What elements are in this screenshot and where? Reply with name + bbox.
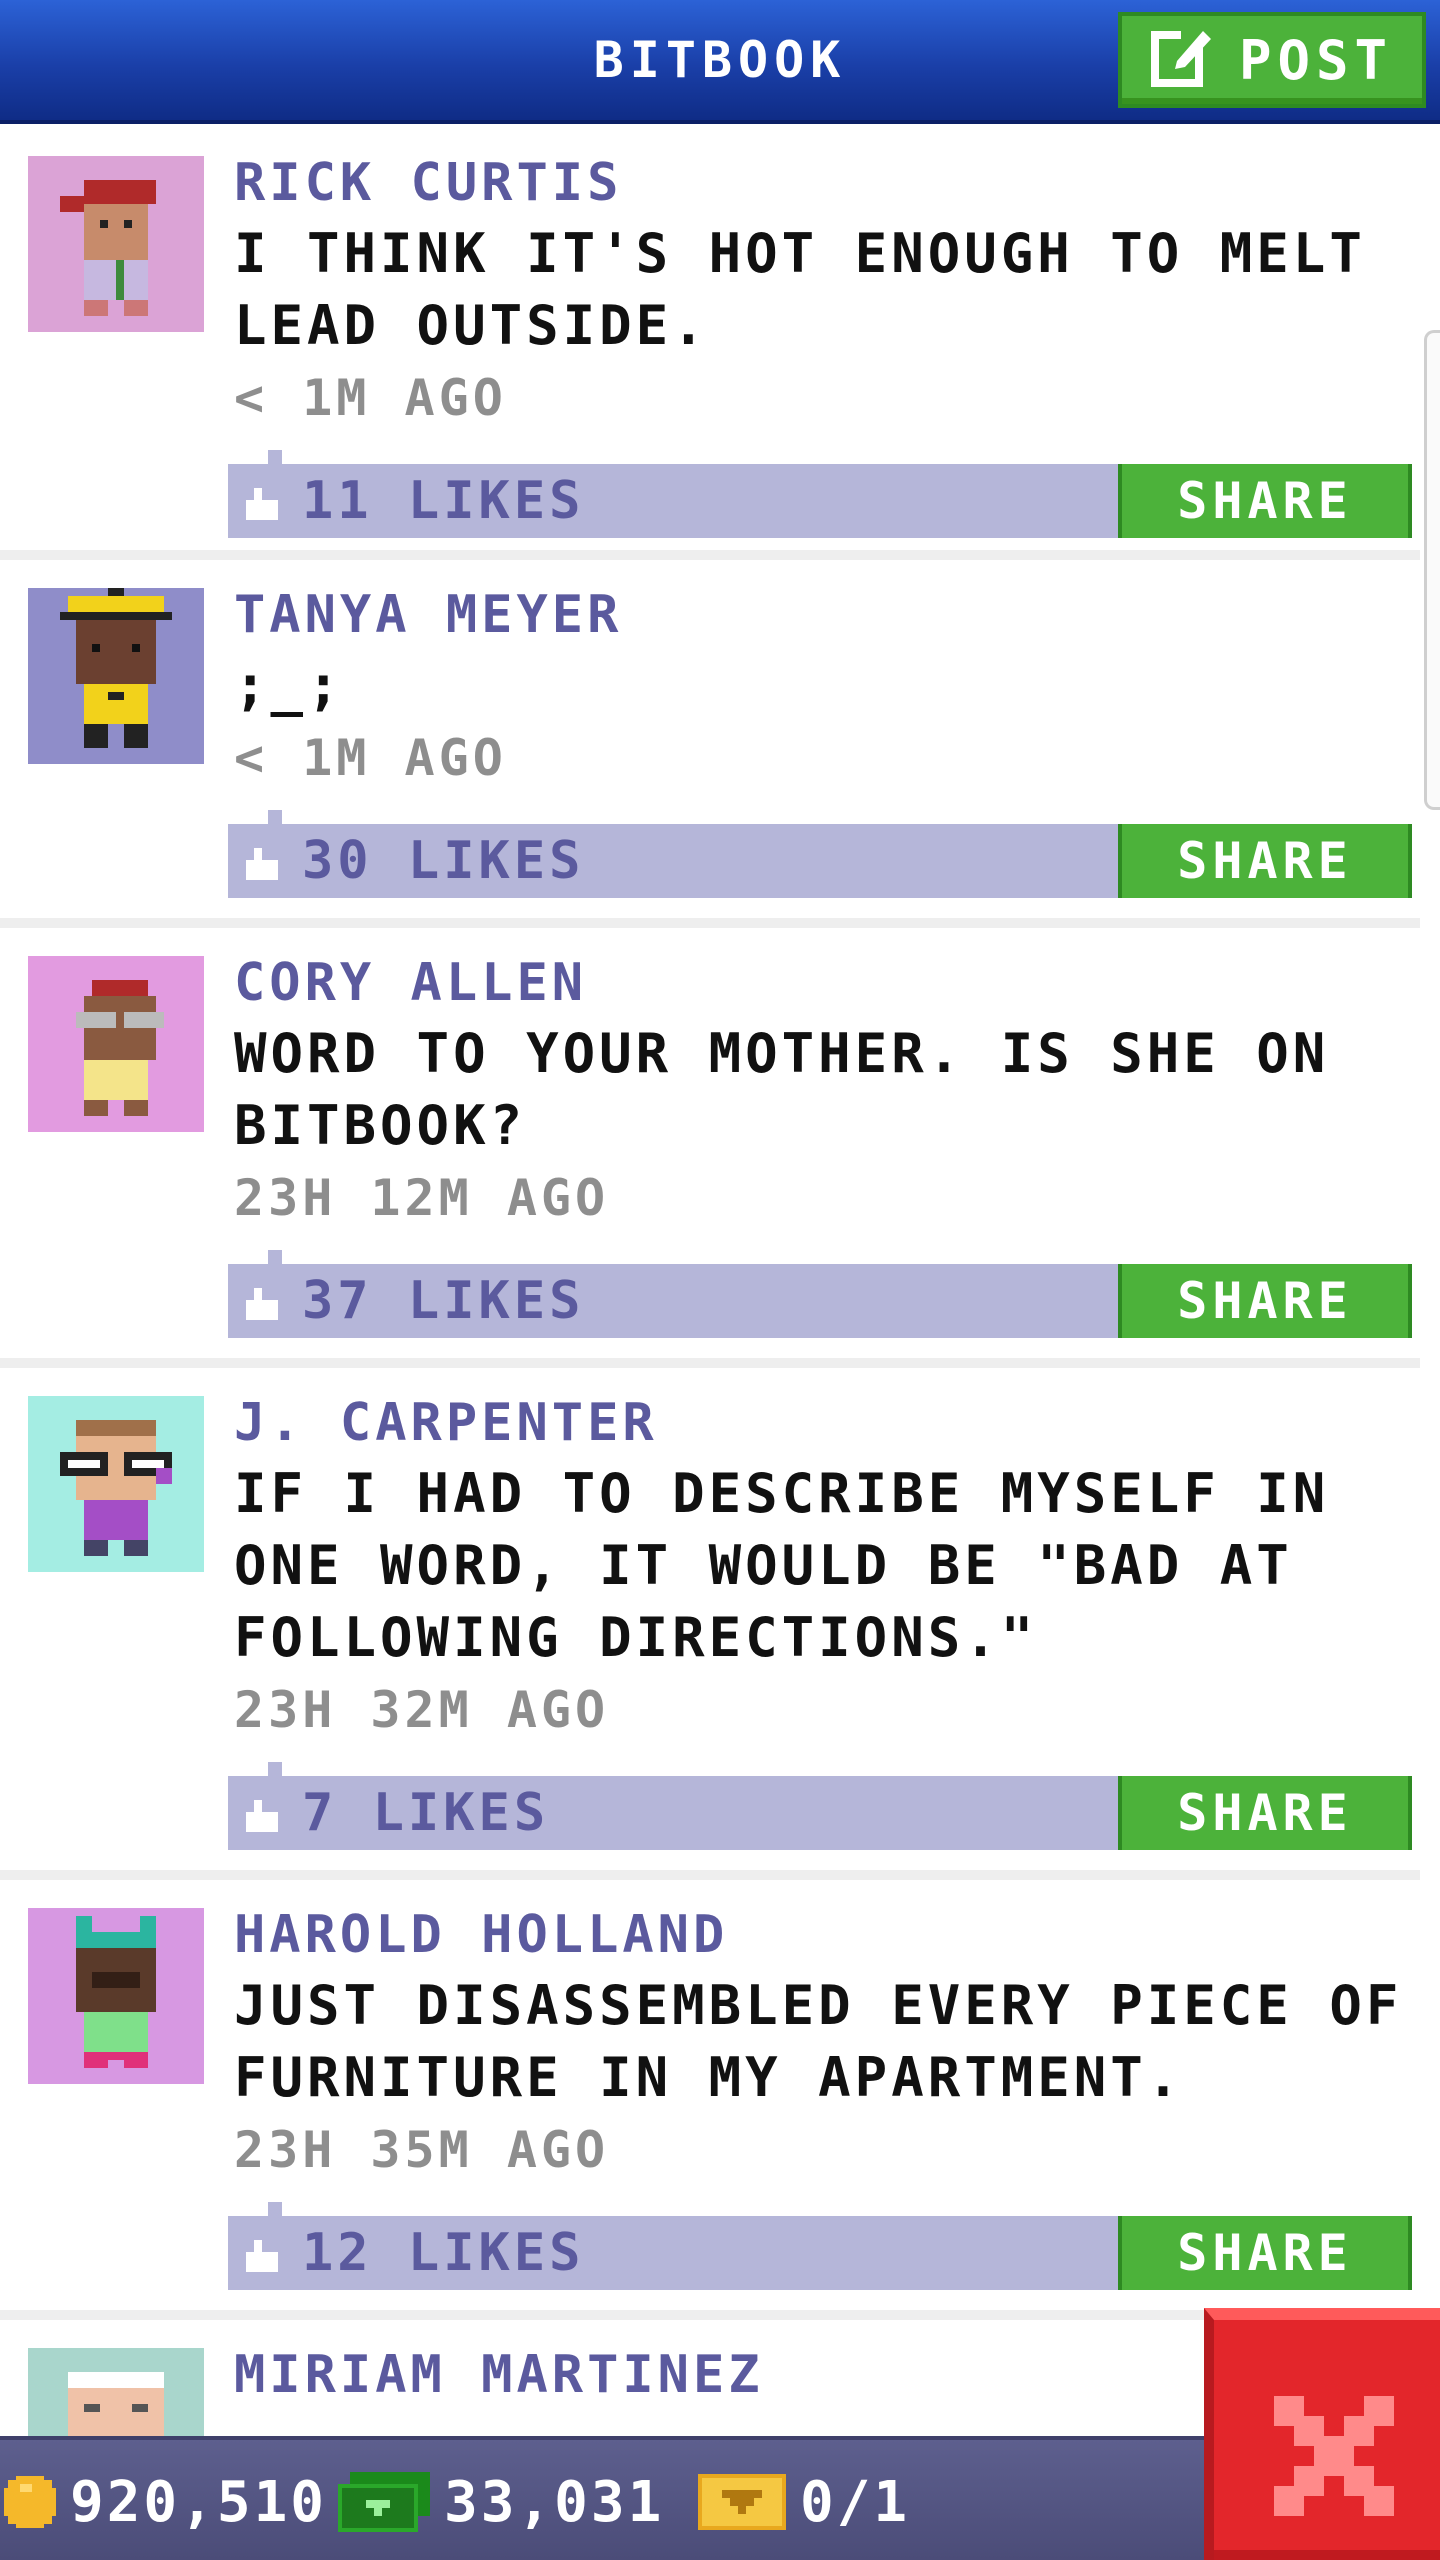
thumbs-up-icon[interactable] bbox=[242, 1796, 282, 1836]
like-bar: 30 LIKES SHARE bbox=[228, 810, 1412, 898]
like-count: 37 LIKES bbox=[302, 1271, 585, 1331]
like-count: 11 LIKES bbox=[302, 471, 585, 531]
list-item: CORY ALLEN WORD TO YOUR MOTHER. IS SHE O… bbox=[0, 928, 1420, 1368]
close-button[interactable] bbox=[1204, 2308, 1440, 2560]
share-button[interactable]: SHARE bbox=[1118, 464, 1412, 538]
thumbs-up-icon[interactable] bbox=[242, 1284, 282, 1324]
coin-icon bbox=[4, 2476, 56, 2528]
list-item: TANYA MEYER ;_; < 1M AGO 30 LIKES SHARE bbox=[0, 560, 1420, 928]
post-author[interactable]: J. CARPENTER bbox=[234, 1388, 1410, 1458]
tickets-stat[interactable]: 0/1 bbox=[698, 2440, 910, 2560]
vip-ticket-icon bbox=[698, 2474, 786, 2530]
post-message: WORD TO YOUR MOTHER. IS SHE ON BITBOOK? bbox=[234, 1022, 1330, 1157]
like-bar: 11 LIKES SHARE bbox=[228, 450, 1412, 538]
share-button[interactable]: SHARE bbox=[1118, 1776, 1412, 1850]
post-button[interactable]: POST bbox=[1118, 12, 1426, 108]
share-button[interactable]: SHARE bbox=[1118, 2216, 1412, 2290]
bux-value: 33,031 bbox=[444, 2469, 665, 2535]
close-icon bbox=[1274, 2396, 1394, 2516]
post-timestamp: 23H 35M AGO bbox=[234, 2121, 610, 2179]
avatar[interactable] bbox=[28, 956, 204, 1132]
like-bar: 7 LIKES SHARE bbox=[228, 1762, 1412, 1850]
list-item: J. CARPENTER IF I HAD TO DESCRIBE MYSELF… bbox=[0, 1368, 1420, 1880]
post-message: IF I HAD TO DESCRIBE MYSELF IN ONE WORD,… bbox=[234, 1462, 1330, 1669]
post-author[interactable]: CORY ALLEN bbox=[234, 948, 1410, 1018]
avatar[interactable] bbox=[28, 1908, 204, 2084]
thumbs-up-icon[interactable] bbox=[242, 484, 282, 524]
feed[interactable]: RICK CURTIS I THINK IT'S HOT ENOUGH TO M… bbox=[0, 128, 1420, 2524]
bux-icon bbox=[338, 2472, 430, 2532]
avatar[interactable] bbox=[28, 1396, 204, 1572]
post-timestamp: 23H 12M AGO bbox=[234, 1169, 610, 1227]
post-author[interactable]: TANYA MEYER bbox=[234, 580, 1410, 650]
post-button-label: POST bbox=[1238, 28, 1394, 92]
post-author[interactable]: RICK CURTIS bbox=[234, 148, 1410, 218]
tickets-value: 0/1 bbox=[800, 2469, 911, 2535]
post-body: J. CARPENTER IF I HAD TO DESCRIBE MYSELF… bbox=[228, 1368, 1412, 1850]
post-body: RICK CURTIS I THINK IT'S HOT ENOUGH TO M… bbox=[228, 128, 1412, 538]
bux-stat[interactable]: 33,031 bbox=[338, 2440, 664, 2560]
share-button[interactable]: SHARE bbox=[1118, 824, 1412, 898]
coins-value: 920,510 bbox=[70, 2469, 328, 2535]
list-item: HAROLD HOLLAND JUST DISASSEMBLED EVERY P… bbox=[0, 1880, 1420, 2320]
post-message: JUST DISASSEMBLED EVERY PIECE OF FURNITU… bbox=[234, 1974, 1403, 2109]
post-body: TANYA MEYER ;_; < 1M AGO 30 LIKES SHARE bbox=[228, 560, 1412, 898]
like-bar: 37 LIKES SHARE bbox=[228, 1250, 1412, 1338]
post-message: ;_; bbox=[234, 654, 344, 717]
share-button[interactable]: SHARE bbox=[1118, 1264, 1412, 1338]
like-bar: 12 LIKES SHARE bbox=[228, 2202, 1412, 2290]
thumbs-up-icon[interactable] bbox=[242, 2236, 282, 2276]
edit-icon bbox=[1150, 21, 1217, 100]
post-author[interactable]: HAROLD HOLLAND bbox=[234, 1900, 1410, 1970]
post-message: I THINK IT'S HOT ENOUGH TO MELT LEAD OUT… bbox=[234, 222, 1366, 357]
post-timestamp: < 1M AGO bbox=[234, 369, 507, 427]
post-body: CORY ALLEN WORD TO YOUR MOTHER. IS SHE O… bbox=[228, 928, 1412, 1338]
like-count: 30 LIKES bbox=[302, 831, 585, 891]
like-count: 12 LIKES bbox=[302, 2223, 585, 2283]
post-timestamp: < 1M AGO bbox=[234, 729, 507, 787]
coins-stat[interactable]: 920,510 bbox=[4, 2440, 327, 2560]
post-body: HAROLD HOLLAND JUST DISASSEMBLED EVERY P… bbox=[228, 1880, 1412, 2290]
like-count: 7 LIKES bbox=[302, 1783, 550, 1843]
scrollbar[interactable] bbox=[1424, 330, 1440, 810]
post-timestamp: 23H 32M AGO bbox=[234, 1681, 610, 1739]
app-header: BITBOOK POST bbox=[0, 0, 1440, 124]
avatar[interactable] bbox=[28, 156, 204, 332]
thumbs-up-icon[interactable] bbox=[242, 844, 282, 884]
list-item: RICK CURTIS I THINK IT'S HOT ENOUGH TO M… bbox=[0, 128, 1420, 560]
avatar[interactable] bbox=[28, 588, 204, 764]
